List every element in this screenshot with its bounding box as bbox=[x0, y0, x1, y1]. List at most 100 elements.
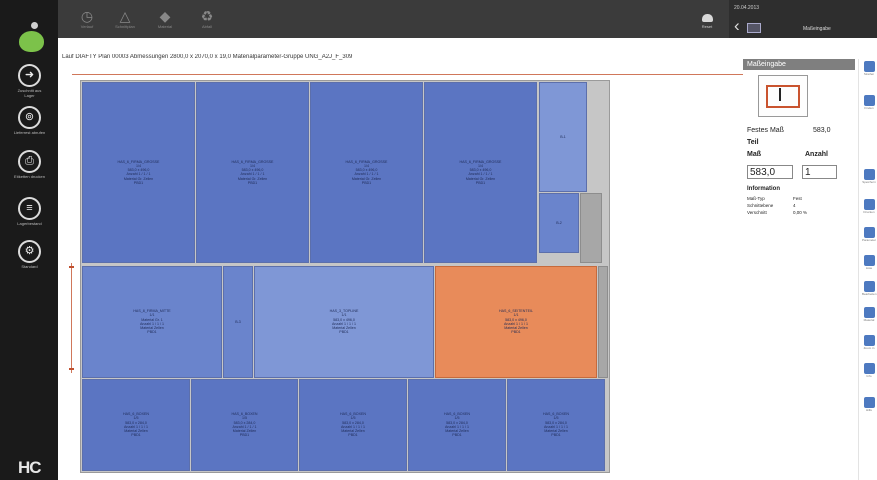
plan-part[interactable]: HAS_6_FIRMA_GROSSE 1/4 583,0 x 496,0 Anzahl… bbox=[424, 82, 537, 263]
right-toolbar-label: Streifen bbox=[863, 72, 875, 76]
plan-part-line: PBD1 bbox=[475, 181, 486, 186]
cutting-plan[interactable]: HAS_6_FIRMA_GROSSE 1/4 583,0 x 496,0 Anzahl… bbox=[80, 80, 610, 473]
toolbar-tool-schnittplan[interactable]: △ Schnittplan bbox=[110, 8, 140, 29]
sidebar-button-3[interactable]: ⎙ Etiketten drucken bbox=[13, 150, 46, 179]
save-icon bbox=[863, 169, 875, 180]
right-toolbar-item[interactable]: Bearbeiten bbox=[862, 281, 877, 296]
sidebar-button-1[interactable]: ➜ Zuschnitt aus Lager bbox=[13, 64, 46, 98]
plan-part[interactable]: HAS_6_FIRMA_GROSSE 1/4 583,0 x 496,0 Anzahl… bbox=[82, 82, 195, 263]
sidebar-button-2[interactable]: ⊚ Lieferrest abrufen bbox=[13, 106, 46, 135]
right-toolbar-item[interactable]: Info bbox=[862, 363, 876, 378]
plan-part[interactable]: HAS_6_FIRMA_GROSSE 1/4 583,0 x 496,0 Anzahl… bbox=[196, 82, 309, 263]
plan-part-label: HAS_6_FIRMA_GROSSE 1/4 583,0 x 496,0 Anzahl… bbox=[311, 160, 422, 186]
right-toolbar-item[interactable]: Drucken bbox=[862, 199, 876, 214]
plan-part[interactable]: HAS_6_BOXEN 1/5 583,0 x 284,0 Anzahl 1 / 1 … bbox=[507, 379, 605, 471]
plan-part[interactable]: HAS_6_BOXEN 1/5 583,0 x 284,0 Anzahl 1 / 1 … bbox=[191, 379, 298, 471]
right-toolbar-item[interactable]: Liste bbox=[862, 255, 876, 270]
toolbar-tool-verlauf[interactable]: ◷ Verlauf bbox=[72, 8, 102, 29]
reset-icon bbox=[701, 14, 713, 22]
right-toolbar-item[interactable]: Material bbox=[862, 307, 876, 322]
recycle-icon: ♻ bbox=[200, 8, 214, 24]
plan-part-line: PBD1 bbox=[511, 330, 521, 335]
right-toolbar-item[interactable]: Hilfe bbox=[862, 397, 876, 412]
plan-part[interactable]: HAS_6_BOXEN 1/5 583,0 x 284,0 Anzahl 1 / 1 … bbox=[408, 379, 506, 471]
plan-part[interactable]: HAS_6_SEITENTEIL 1/1 583,0 x 496,0 Anzahl 1… bbox=[435, 266, 597, 378]
right-toolbar-item[interactable]: Finden bbox=[862, 95, 876, 110]
clock-icon: ◷ bbox=[80, 8, 94, 24]
mass-input[interactable]: 583,0 bbox=[747, 165, 793, 179]
monitor-icon[interactable] bbox=[747, 23, 761, 33]
plan-part-line: PBD1 bbox=[339, 330, 349, 335]
toolbar-tool-label: Schnittplan bbox=[115, 24, 135, 29]
plan-part-label: HAS_8_FIRMA_MITTE 1/1 Material Gr. 1 Anzahl… bbox=[83, 309, 221, 335]
plan-part-line: PBD1 bbox=[551, 433, 561, 438]
panel-header: Maßeingabe bbox=[743, 59, 855, 70]
info-icon bbox=[863, 363, 875, 374]
toolbar-tool-material[interactable]: ◆ Material bbox=[150, 8, 180, 29]
settings-icon: ⚙ bbox=[18, 240, 41, 263]
toolbar-tool-label: Verlauf bbox=[80, 24, 94, 29]
right-toolbar-item[interactable]: Parameter bbox=[862, 227, 876, 242]
plan-part[interactable]: B-2 bbox=[539, 193, 579, 253]
plan-part-label: B-1 bbox=[540, 135, 586, 139]
plan-part[interactable]: HAS_3_TOPLINE 1/1 583,0 x 496,0 Anzahl 1 / … bbox=[254, 266, 434, 378]
right-toolbar-label: Material bbox=[863, 318, 875, 322]
plan-part-line: PBD1 bbox=[131, 433, 141, 438]
plan-part-line: B-2 bbox=[556, 220, 562, 225]
plan-part[interactable] bbox=[598, 266, 608, 378]
header-title: Maßeingabe bbox=[803, 26, 831, 32]
right-toolbar-label: Zoom in bbox=[863, 346, 875, 350]
plan-part[interactable] bbox=[580, 193, 602, 263]
plan-part[interactable]: B-1 bbox=[539, 82, 587, 192]
warning-icon: △ bbox=[119, 8, 131, 24]
toolbar-tool-abfall[interactable]: ♻ Abfall bbox=[192, 8, 222, 29]
plan-part[interactable]: HAS_6_BOXEN 1/5 583,0 x 284,0 Anzahl 1 / 1 … bbox=[82, 379, 190, 471]
festes-mass-value: 583,0 bbox=[813, 127, 831, 134]
info-row-value: Fest bbox=[793, 196, 802, 201]
plan-part-line: PBD1 bbox=[452, 433, 462, 438]
plan-part[interactable]: HAS_8_FIRMA_MITTE 1/1 Material Gr. 1 Anzahl… bbox=[82, 266, 222, 378]
right-header: 20.04.2013 ‹ Maßeingabe bbox=[729, 0, 877, 38]
info-row-label: Verschnitt bbox=[747, 210, 767, 215]
plan-part-line: PBD1 bbox=[247, 181, 258, 186]
plan-part-label: B-3 bbox=[224, 320, 252, 324]
cut-diagram bbox=[758, 75, 808, 117]
right-toolbar-item[interactable]: Zoom in bbox=[862, 335, 876, 350]
leaf-icon: ◆ bbox=[159, 8, 171, 24]
plan-part-line: PBD1 bbox=[147, 330, 157, 335]
sidebar-button-4[interactable]: ≡ Lagerbestand bbox=[13, 197, 46, 226]
sidebar-button-label: Standard bbox=[21, 264, 38, 269]
edit-icon bbox=[863, 281, 875, 292]
plan-part-line: PBD1 bbox=[133, 181, 144, 186]
right-toolbar-item[interactable]: Speichern bbox=[862, 169, 876, 184]
plan-part[interactable]: HAS_6_FIRMA_GROSSE 1/4 583,0 x 496,0 Anzahl… bbox=[310, 82, 423, 263]
plan-part-line: PBD1 bbox=[348, 433, 358, 438]
right-toolbar-item[interactable]: Streifen bbox=[862, 61, 876, 76]
festes-mass-label: Festes Maß bbox=[747, 127, 784, 134]
back-chevron-icon[interactable]: ‹ bbox=[734, 17, 740, 34]
top-toolbar: ◷ Verlauf △ Schnittplan ◆ Material ♻ Abf… bbox=[58, 0, 729, 38]
plan-part-label: HAS_6_BOXEN 1/5 583,0 x 284,0 Anzahl 1 / 1 … bbox=[409, 412, 505, 438]
sidebar-button-label: Zuschnitt aus Lager bbox=[17, 88, 42, 98]
status-indicator[interactable] bbox=[19, 31, 44, 52]
dimension-marker bbox=[69, 266, 74, 268]
plan-part[interactable]: B-3 bbox=[223, 266, 253, 378]
right-toolbar: Streifen Finden Speichern Drucken Parameter L… bbox=[858, 59, 877, 480]
mass-label: Maß bbox=[747, 151, 761, 158]
plan-part[interactable]: HAS_6_BOXEN 1/5 583,0 x 284,0 Anzahl 1 / 1 … bbox=[299, 379, 407, 471]
plan-info-line: Lauf DIAFTY Plan 00003 Abmessungen 2800,… bbox=[62, 54, 353, 60]
plan-part-label: HAS_6_FIRMA_GROSSE 1/4 583,0 x 496,0 Anzahl… bbox=[197, 160, 308, 186]
stack-icon: ≡ bbox=[18, 197, 41, 220]
cut-diagram-frame bbox=[766, 85, 800, 108]
status-dot bbox=[31, 22, 38, 29]
anzahl-label: Anzahl bbox=[805, 151, 828, 158]
reset-button[interactable]: Reset bbox=[694, 14, 720, 29]
print-icon bbox=[863, 199, 875, 210]
sidebar-button-label: Lieferrest abrufen bbox=[13, 130, 46, 135]
sidebar-button-label: Lagerbestand bbox=[17, 221, 42, 226]
info-row-label: Schnittebene bbox=[747, 203, 774, 208]
anzahl-input[interactable]: 1 bbox=[802, 165, 837, 179]
plan-part-line: B-3 bbox=[235, 319, 241, 324]
sidebar-button-5[interactable]: ⚙ Standard bbox=[13, 240, 46, 269]
kehrt-icon bbox=[863, 61, 875, 72]
